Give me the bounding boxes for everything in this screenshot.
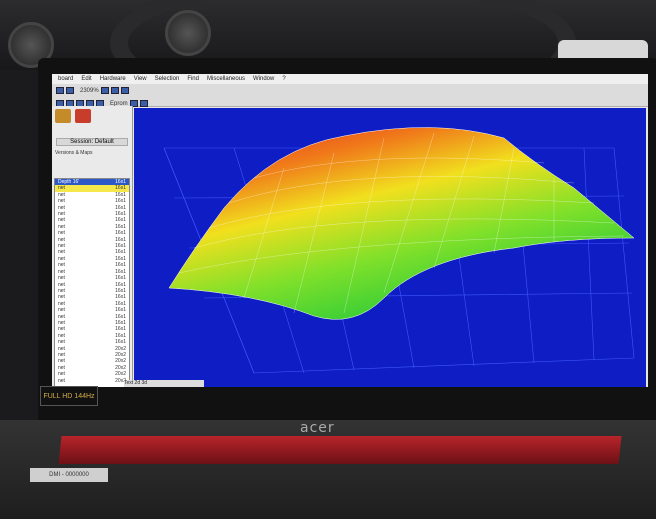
versions-label: Versions & Maps — [55, 150, 93, 156]
sidebar: Session: Default Versions & Maps Depth 1… — [52, 106, 133, 387]
display-badge: FULL HD 144Hz — [40, 386, 98, 406]
zoom-value: 2309% — [80, 87, 99, 94]
keyboard-trim — [58, 436, 622, 464]
toolbar-button[interactable] — [66, 87, 74, 94]
map-list: Depth 16' 16x1 net 16x1 net 16x1 net 16x1 net 1… — [54, 178, 130, 387]
menu-item[interactable]: Selection — [155, 74, 180, 84]
toolbar-button[interactable] — [56, 87, 64, 94]
toolbar: 2309% Eprom — [52, 84, 648, 107]
status-bar: Text 2d 3d — [124, 380, 204, 387]
laptop-screen: board Edit Hardware View Selection Find … — [52, 74, 648, 387]
list-item[interactable]: net 20x2 — [55, 378, 129, 384]
surface-plot — [163, 127, 635, 374]
laptop-sticker: DMI - 0000000 — [30, 468, 108, 482]
map-surface — [168, 127, 635, 320]
menu-item[interactable]: Hardware — [100, 74, 126, 84]
menu-item[interactable]: View — [134, 74, 147, 84]
menu-item[interactable]: Find — [187, 74, 199, 84]
3d-map-view[interactable] — [134, 108, 646, 387]
toolbar-button[interactable] — [110, 87, 119, 94]
toolbar-button[interactable] — [139, 100, 148, 107]
folder-icon[interactable] — [55, 109, 71, 123]
brand-logo: acer — [300, 420, 335, 436]
list-item-name: net — [58, 377, 65, 384]
toolbar-button[interactable] — [100, 87, 109, 94]
menu-item[interactable]: Window — [253, 74, 274, 84]
open-icon[interactable] — [75, 109, 91, 123]
menu-item[interactable]: Miscellaneous — [207, 74, 245, 84]
toolbar-button[interactable] — [120, 87, 129, 94]
menu-item[interactable]: Edit — [81, 74, 91, 84]
dial-knob — [165, 10, 211, 56]
menu-item[interactable]: board — [58, 74, 73, 84]
session-label[interactable]: Session: Default — [56, 138, 128, 146]
menu-bar: board Edit Hardware View Selection Find … — [52, 74, 648, 84]
menu-item[interactable]: ? — [282, 74, 285, 84]
